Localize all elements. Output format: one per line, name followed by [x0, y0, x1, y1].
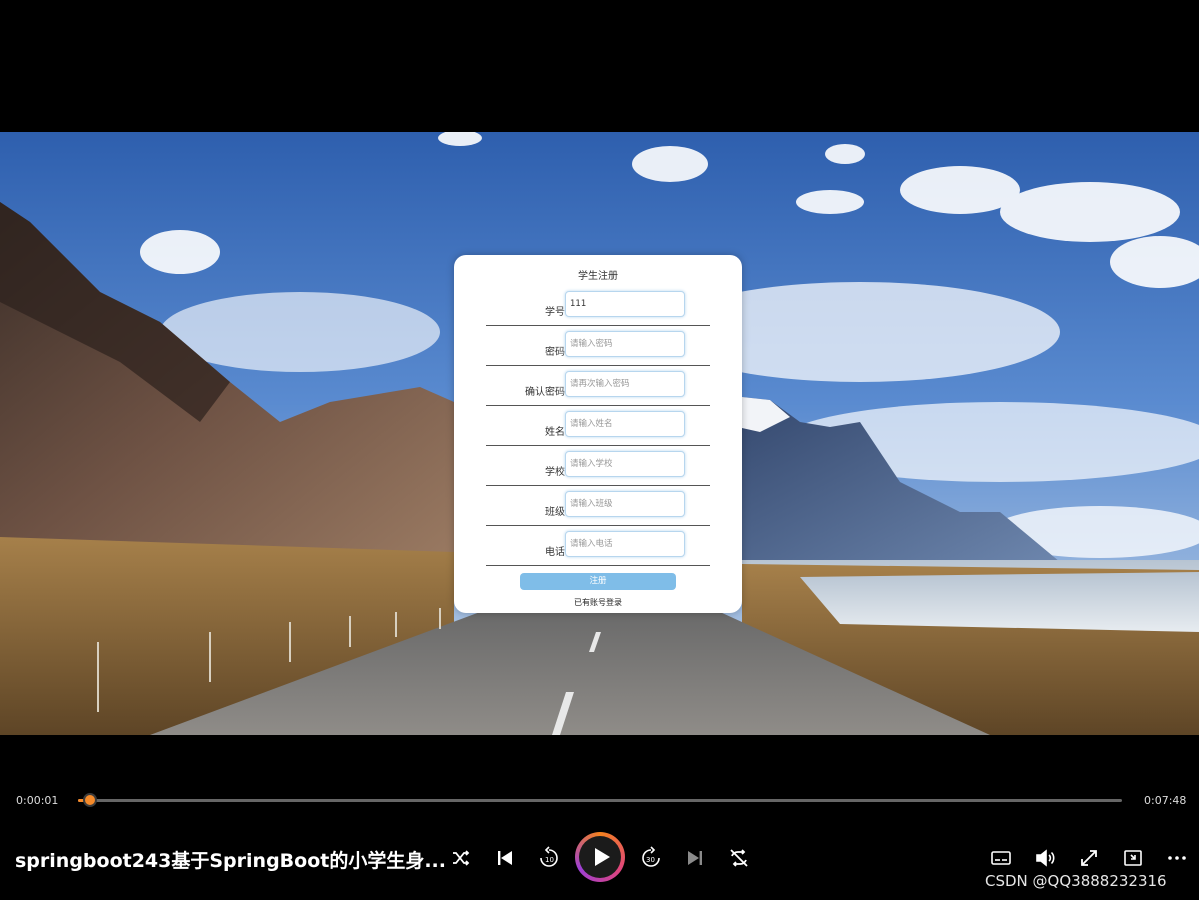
play-icon [579, 836, 621, 878]
phone-row: 电话： 请输入电话 [486, 525, 710, 566]
play-button[interactable] [575, 832, 625, 882]
school-row: 学校： 请输入学校 [486, 445, 710, 486]
progress-bar[interactable] [78, 793, 1122, 807]
video-title: springboot243基于SpringBoot的小学生身... [15, 850, 446, 872]
school-input[interactable]: 请输入学校 [565, 451, 685, 477]
loop-icon[interactable] [726, 845, 752, 871]
password-input[interactable]: 请输入密码 [565, 331, 685, 357]
previous-icon[interactable] [492, 845, 518, 871]
form-title: 学生注册 [578, 271, 618, 282]
fullscreen-icon[interactable] [1076, 845, 1102, 871]
name-row: 姓名： 请输入姓名 [486, 405, 710, 446]
student-id-input[interactable]: 111 [565, 291, 685, 317]
total-time: 0:07:48 [1144, 794, 1187, 807]
phone-input[interactable]: 请输入电话 [565, 531, 685, 557]
mini-player-icon[interactable] [1120, 845, 1146, 871]
register-button[interactable]: 注册 [520, 573, 676, 590]
password-row: 密码： 请输入密码 [486, 325, 710, 366]
current-time: 0:00:01 [16, 794, 59, 807]
registration-form: 学生注册 学号： 111 密码： 请输入密码 确认密码： 请再次输入密码 姓名：… [454, 255, 742, 613]
svg-text:10: 10 [545, 856, 554, 864]
login-link[interactable]: 已有账号登录 [454, 597, 742, 608]
confirm-password-row: 确认密码： 请再次输入密码 [486, 365, 710, 406]
progress-handle[interactable] [83, 793, 97, 807]
watermark: CSDN @QQ3888232316 [985, 872, 1167, 890]
student-id-row: 学号： 111 [486, 285, 710, 326]
name-input[interactable]: 请输入姓名 [565, 411, 685, 437]
class-row: 班级： 请输入班级 [486, 485, 710, 526]
svg-text:30: 30 [646, 856, 655, 864]
confirm-password-input[interactable]: 请再次输入密码 [565, 371, 685, 397]
rewind-10-icon[interactable]: 10 [536, 845, 562, 871]
subtitles-icon[interactable] [988, 845, 1014, 871]
volume-icon[interactable] [1032, 845, 1058, 871]
forward-30-icon[interactable]: 30 [638, 845, 664, 871]
class-input[interactable]: 请输入班级 [565, 491, 685, 517]
more-icon[interactable] [1164, 845, 1190, 871]
shuffle-icon[interactable] [448, 845, 474, 871]
next-icon[interactable] [682, 845, 708, 871]
